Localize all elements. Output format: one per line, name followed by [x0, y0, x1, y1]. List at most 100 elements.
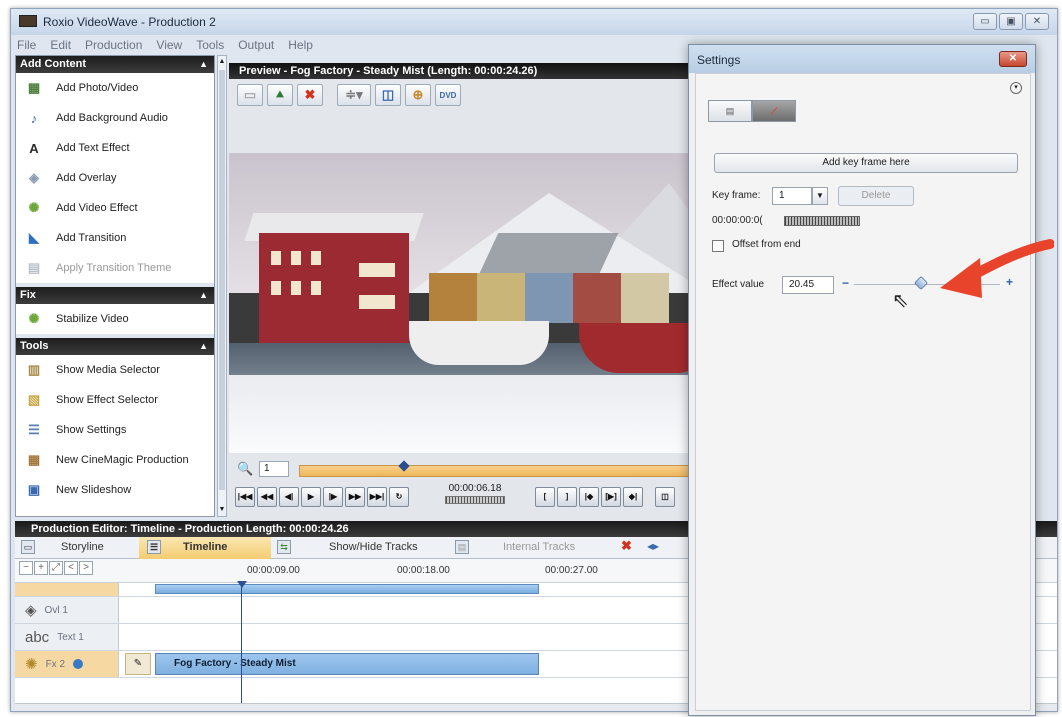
add-key-frame-button[interactable]: Add key frame here [714, 153, 1018, 173]
settings-body: ▾ ▤ ⟋ Add key frame here Key frame: 1 ▼ … [695, 73, 1031, 711]
play-button[interactable]: ▶ [301, 487, 321, 507]
menu-edit[interactable]: Edit [50, 38, 71, 52]
collapse-caret-icon[interactable]: ▲ [199, 338, 208, 355]
rewind-button[interactable]: ◀◀ [257, 487, 277, 507]
task-label: Add Photo/Video [56, 82, 139, 94]
timeline-playhead[interactable] [241, 583, 242, 707]
task-add-text-effect[interactable]: A Add Text Effect [16, 133, 214, 163]
transition-theme-icon: ▤ [27, 260, 41, 275]
scroll-down-icon[interactable]: ▼ [218, 504, 226, 516]
scroll-up-icon[interactable]: ▲ [218, 56, 226, 68]
dvd-icon[interactable]: DVD [435, 84, 461, 106]
volume-meter [445, 496, 505, 504]
zoom-fit-icon[interactable]: ⤢ [49, 561, 63, 575]
snapshot-icon[interactable]: ◫ [375, 84, 401, 106]
keyframe-curve-icon[interactable]: ⟋ [752, 100, 796, 122]
media-selector-icon: ▥ [27, 362, 41, 377]
zoom-in-icon[interactable]: + [34, 561, 48, 575]
timecode-meter[interactable] [784, 216, 860, 226]
tab-storyline[interactable]: ▭ Storyline [21, 540, 104, 554]
fullscreen-button[interactable]: ◫ [655, 487, 675, 507]
video-preview-frame [229, 153, 699, 453]
collapse-caret-icon[interactable]: ▲ [199, 56, 208, 73]
menu-production[interactable]: Production [85, 38, 142, 52]
delete-icon[interactable]: ✖ [297, 84, 323, 106]
scroll-thumb[interactable] [219, 70, 225, 490]
collapse-caret-icon[interactable]: ▲ [199, 287, 208, 304]
zoom-icon[interactable]: 🔍 [237, 461, 253, 477]
zoom-level-input[interactable]: 1 [259, 461, 289, 477]
menu-view[interactable]: View [156, 38, 182, 52]
menu-help[interactable]: Help [288, 38, 313, 52]
task-label: New CineMagic Production [56, 454, 189, 466]
task-label: Show Settings [56, 424, 127, 436]
offset-from-end-checkbox[interactable] [712, 240, 724, 252]
tab-show-hide-tracks[interactable]: ⇆ Show/Hide Tracks [277, 540, 418, 554]
task-show-effect-selector[interactable]: ▧ Show Effect Selector [16, 385, 214, 415]
collapse-icon[interactable]: ▾ [1010, 82, 1022, 94]
task-show-settings[interactable]: ☰ Show Settings [16, 415, 214, 445]
scroll-right-icon[interactable]: > [79, 561, 93, 575]
fx-clip[interactable]: Fog Factory - Steady Mist [155, 653, 539, 675]
track-status-icon[interactable] [73, 659, 84, 669]
maximize-button[interactable]: ▣ [999, 13, 1023, 30]
task-panel-scrollbar[interactable]: ▲ ▼ [217, 55, 227, 517]
section-header-add-content[interactable]: Add Content ▲ [16, 56, 214, 73]
chevron-down-icon[interactable]: ▼ [812, 187, 828, 205]
task-add-transition[interactable]: ◣ Add Transition [16, 223, 214, 253]
task-add-photo-video[interactable]: ▦ Add Photo/Video [16, 73, 214, 103]
key-frame-select[interactable]: 1 [772, 187, 812, 205]
slider-decrease-icon[interactable]: − [842, 276, 849, 290]
text-track-icon: abc [25, 628, 50, 646]
go-to-start-button[interactable]: |◀◀ [235, 487, 255, 507]
zoom-target-icon[interactable]: ⊕ [405, 84, 431, 106]
task-label: Add Overlay [56, 172, 117, 184]
scroll-left-icon[interactable]: < [64, 561, 78, 575]
close-button[interactable]: ✕ [1025, 13, 1049, 30]
mark-out-button[interactable]: ] [557, 487, 577, 507]
menu-output[interactable]: Output [238, 38, 274, 52]
go-to-end-button[interactable]: ▶▶| [367, 487, 387, 507]
add-keyframe-icon[interactable]: ⯅ [267, 84, 293, 106]
mark-in-button[interactable]: [ [535, 487, 555, 507]
text-effect-icon: A [29, 140, 39, 156]
next-mark-button[interactable]: ◆| [623, 487, 643, 507]
timeline-playhead-handle[interactable] [237, 581, 247, 588]
delete-track-button[interactable]: ✖ [621, 538, 632, 554]
step-back-button[interactable]: ◀| [279, 487, 299, 507]
settings-close-button[interactable]: ✕ [999, 51, 1027, 67]
tab-timeline[interactable]: ☰ Timeline [147, 540, 227, 554]
effect-value-input[interactable]: 20.45 [782, 276, 834, 294]
tab-internal-tracks[interactable]: ▤ Internal Tracks [455, 540, 575, 554]
section-header-fix[interactable]: Fix ▲ [16, 287, 214, 304]
fast-forward-button[interactable]: ▶▶ [345, 487, 365, 507]
grid-icon[interactable]: ▭ [237, 84, 263, 106]
task-new-cinemagic-production[interactable]: ▦ New CineMagic Production [16, 445, 214, 475]
minimize-button[interactable]: ▭ [973, 13, 997, 30]
clip-marker-button[interactable]: [▶] [601, 487, 621, 507]
task-stabilize-video[interactable]: ✺ Stabilize Video [16, 304, 214, 334]
section-header-tools[interactable]: Tools ▲ [16, 338, 214, 355]
scrub-bar[interactable] [299, 460, 699, 477]
task-add-video-effect[interactable]: ✺ Add Video Effect [16, 193, 214, 223]
delete-key-frame-button[interactable]: Delete [838, 186, 914, 206]
scrub-playhead[interactable] [398, 460, 410, 472]
menu-file[interactable]: File [17, 38, 36, 52]
loop-button[interactable]: ↻ [389, 487, 409, 507]
move-track-button[interactable]: ◂▸ [647, 539, 659, 553]
align-icon[interactable]: ≑▾ [337, 84, 371, 106]
video-clip[interactable] [155, 584, 539, 594]
app-title: Roxio VideoWave - Production 2 [43, 15, 216, 29]
transition-icon: ◣ [29, 230, 39, 245]
task-add-background-audio[interactable]: ♪ Add Background Audio [16, 103, 214, 133]
zoom-out-icon[interactable]: − [19, 561, 33, 575]
task-add-overlay[interactable]: ◈ Add Overlay [16, 163, 214, 193]
properties-view-icon[interactable]: ▤ [708, 100, 752, 122]
prev-mark-button[interactable]: |◆ [579, 487, 599, 507]
timeline-icon: ☰ [147, 540, 161, 554]
task-show-media-selector[interactable]: ▥ Show Media Selector [16, 355, 214, 385]
task-new-slideshow[interactable]: ▣ New Slideshow [16, 475, 214, 505]
step-forward-button[interactable]: |▶ [323, 487, 343, 507]
task-label: Show Effect Selector [56, 394, 158, 406]
menu-tools[interactable]: Tools [196, 38, 224, 52]
